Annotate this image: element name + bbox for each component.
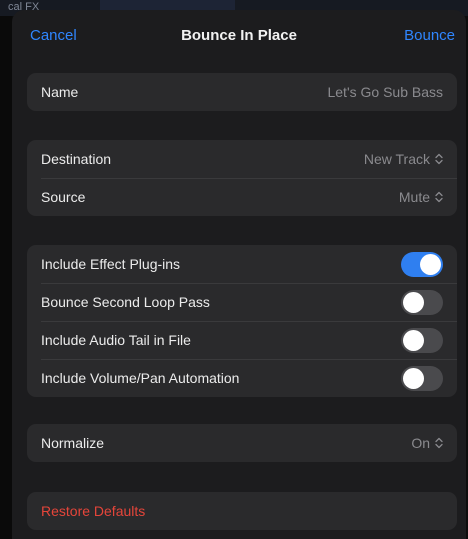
destination-popup[interactable]: New Track [364,151,443,167]
name-group: Name Let's Go Sub Bass [27,73,457,111]
option-row-audio-tail: Include Audio Tail in File [27,321,457,359]
option-label: Include Volume/Pan Automation [41,370,240,386]
name-label: Name [41,84,79,100]
restore-defaults-row[interactable]: Restore Defaults [27,492,457,530]
updown-chevron-icon [435,437,443,449]
source-row[interactable]: Source Mute [27,178,457,216]
option-row-volume-pan: Include Volume/Pan Automation [27,359,457,397]
source-label: Source [41,189,86,205]
normalize-value: On [411,435,430,451]
restore-defaults-button[interactable]: Restore Defaults [41,503,145,519]
source-popup[interactable]: Mute [399,189,443,205]
name-value[interactable]: Let's Go Sub Bass [327,84,443,100]
updown-chevron-icon [435,191,443,203]
destination-row[interactable]: Destination New Track [27,140,457,178]
normalize-label: Normalize [41,435,105,451]
updown-chevron-icon [435,153,443,165]
option-row-effect-plugins: Include Effect Plug-ins [27,245,457,283]
include-audio-tail-toggle[interactable] [401,327,443,353]
destination-value: New Track [363,151,430,167]
option-row-second-loop-pass: Bounce Second Loop Pass [27,283,457,321]
routing-group: Destination New Track Source Mute [27,140,457,216]
background-edge [0,16,12,539]
toggle-knob [403,291,424,313]
option-label: Include Effect Plug-ins [41,256,181,272]
bounce-in-place-sheet: Cancel Bounce In Place Bounce Name Let's… [12,10,466,539]
destination-label: Destination [41,151,112,167]
sheet-title: Bounce In Place [181,27,297,44]
name-row[interactable]: Name Let's Go Sub Bass [27,73,457,111]
toggle-knob [403,329,424,351]
option-label: Include Audio Tail in File [41,332,191,348]
bounce-second-loop-pass-toggle[interactable] [401,289,443,315]
normalize-popup[interactable]: On [411,435,443,451]
sheet-header: Cancel Bounce In Place Bounce [12,10,466,62]
option-label: Bounce Second Loop Pass [41,294,210,310]
options-group: Include Effect Plug-ins Bounce Second Lo… [27,245,457,397]
bounce-button[interactable]: Bounce [404,27,455,44]
include-volume-pan-toggle[interactable] [401,365,443,391]
include-effect-plugins-toggle[interactable] [401,251,443,277]
restore-group: Restore Defaults [27,492,457,530]
normalize-group: Normalize On [27,424,457,462]
source-value: Mute [398,189,430,205]
normalize-row[interactable]: Normalize On [27,424,457,462]
toggle-knob [420,253,441,275]
toggle-knob [403,367,424,389]
